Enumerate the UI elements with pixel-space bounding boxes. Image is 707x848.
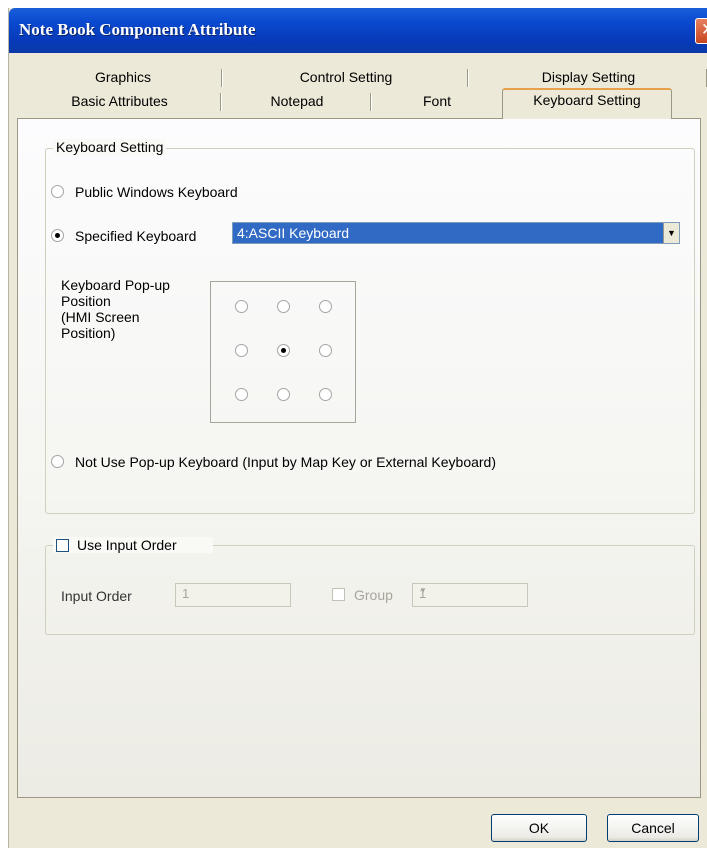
cancel-button[interactable]: Cancel xyxy=(607,814,699,842)
popup-position-bottom-right[interactable] xyxy=(319,388,332,401)
tab-notepad-label: Notepad xyxy=(270,93,324,109)
keyboard-select-value: 4:ASCII Keyboard xyxy=(237,225,350,241)
tab-notepad[interactable]: Notepad xyxy=(222,90,372,114)
window-title: Note Book Component Attribute xyxy=(19,20,256,39)
specified-keyboard-label: Specified Keyboard xyxy=(75,228,197,244)
close-button[interactable]: ✕ xyxy=(695,18,707,44)
not-use-popup-radio[interactable] xyxy=(51,455,64,468)
tab-panel: Keyboard Setting Public Windows Keyboard… xyxy=(17,118,701,798)
tab-font[interactable]: Font xyxy=(372,90,502,114)
popup-position-middle-left[interactable] xyxy=(235,344,248,357)
popup-position-top-right[interactable] xyxy=(319,300,332,313)
close-icon: ✕ xyxy=(701,20,707,40)
chevron-down-icon[interactable]: ▼ xyxy=(663,223,679,243)
popup-position-bottom-left[interactable] xyxy=(235,388,248,401)
popup-position-middle-right[interactable] xyxy=(319,344,332,357)
specified-keyboard-radio[interactable] xyxy=(51,229,64,242)
input-order-label: Input Order xyxy=(61,588,132,604)
popup-position-middle-center[interactable] xyxy=(277,344,290,357)
tab-keyboard-setting[interactable]: Keyboard Setting xyxy=(502,88,672,119)
group-checkbox[interactable] xyxy=(332,588,345,601)
input-order-value: 1 xyxy=(182,586,190,601)
tab-control-setting[interactable]: Control Setting xyxy=(223,66,469,90)
group-label: Group xyxy=(354,587,393,603)
keyboard-setting-group-label: Keyboard Setting xyxy=(53,139,167,155)
popup-position-grid xyxy=(210,281,356,423)
dialog-window: Note Book Component Attribute ✕ Graphics… xyxy=(8,8,707,848)
keyboard-select[interactable]: 4:ASCII Keyboard ▼ xyxy=(232,222,680,244)
popup-position-bottom-center[interactable] xyxy=(277,388,290,401)
ok-button[interactable]: OK xyxy=(491,814,587,842)
title-bar[interactable]: Note Book Component Attribute ✕ xyxy=(9,8,707,53)
tab-font-label: Font xyxy=(422,93,451,109)
use-input-order-checkbox[interactable] xyxy=(56,539,69,552)
popup-position-top-left[interactable] xyxy=(235,300,248,313)
tab-keyboard-setting-label: Keyboard Setting xyxy=(533,92,641,108)
public-keyboard-label: Public Windows Keyboard xyxy=(75,184,238,200)
tab-display-setting[interactable]: Display Setting xyxy=(469,66,707,90)
tab-control-setting-label: Control Setting xyxy=(299,69,393,85)
not-use-popup-label: Not Use Pop-up Keyboard (Input by Map Ke… xyxy=(75,454,496,470)
use-input-order-label: Use Input Order xyxy=(77,537,177,553)
tab-basic-attributes-label: Basic Attributes xyxy=(71,93,168,109)
tab-graphics[interactable]: Graphics xyxy=(23,66,223,90)
tab-graphics-label: Graphics xyxy=(94,69,152,85)
tab-display-setting-label: Display Setting xyxy=(541,69,636,85)
chevron-down-icon: ▼ xyxy=(419,586,427,595)
popup-position-label: Keyboard Pop-up Position (HMI Screen Pos… xyxy=(61,277,170,341)
use-input-order-legend: Use Input Order xyxy=(53,537,213,553)
input-order-field[interactable]: 1 xyxy=(175,583,291,607)
tab-basic-attributes[interactable]: Basic Attributes xyxy=(17,90,222,114)
public-keyboard-radio[interactable] xyxy=(51,185,64,198)
group-select[interactable]: 1 ▼ xyxy=(412,583,528,607)
popup-position-top-center[interactable] xyxy=(277,300,290,313)
